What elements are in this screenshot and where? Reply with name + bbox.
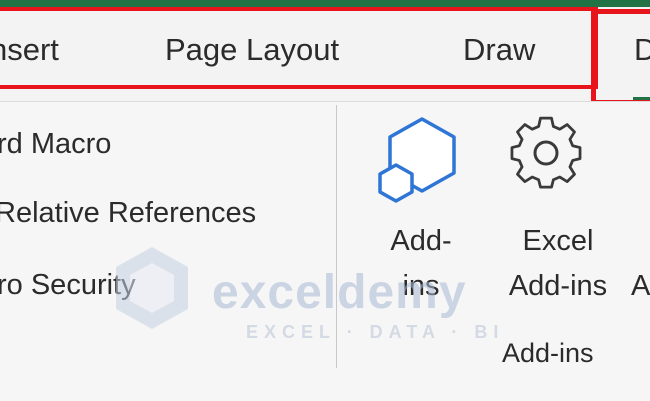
use-relative-references-button[interactable]: Relative References	[0, 195, 256, 231]
hexagon-addins-icon[interactable]	[378, 117, 468, 217]
addins-button-label[interactable]: Add- ins	[375, 219, 467, 309]
excel-addins-label-line1: Excel	[522, 225, 594, 257]
group-separator	[336, 105, 337, 368]
ribbon-panel: rd Macro Relative References ro Security…	[0, 101, 650, 401]
highlight-box-developer-tab	[591, 9, 650, 105]
gear-icon[interactable]	[508, 115, 584, 191]
com-addins-button-partial[interactable]: A	[631, 264, 650, 309]
title-bar-strip	[0, 0, 650, 7]
excel-addins-button-label[interactable]: Excel Add-ins	[492, 219, 624, 309]
macro-security-button[interactable]: ro Security	[0, 267, 136, 303]
addins-label-line2: ins	[402, 270, 440, 302]
excel-addins-label-line2: Add-ins	[508, 270, 608, 302]
highlight-box-tabs	[0, 7, 598, 89]
record-macro-button[interactable]: rd Macro	[0, 126, 111, 162]
addins-group-label: Add-ins	[502, 338, 594, 368]
addins-label-line1: Add-	[390, 225, 452, 257]
